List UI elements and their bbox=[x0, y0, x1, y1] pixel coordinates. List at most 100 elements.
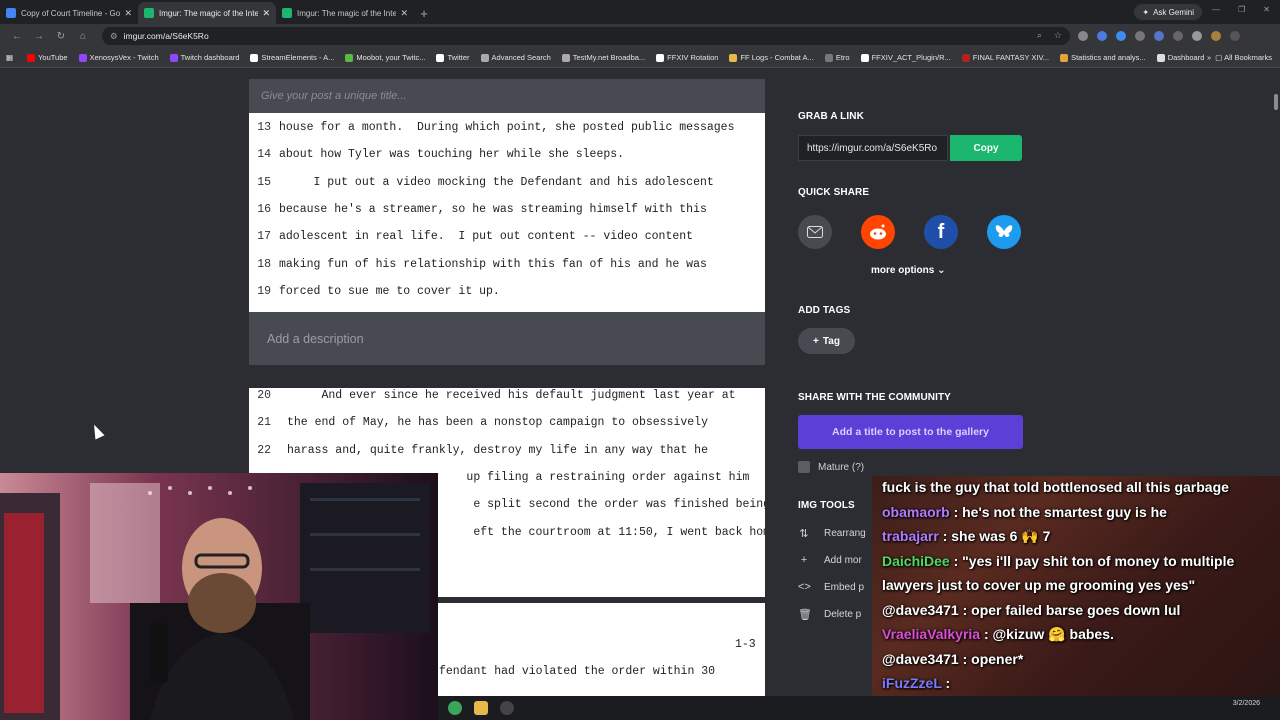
bookmark-item[interactable]: Advanced Search bbox=[480, 53, 551, 62]
img-tools-heading: IMG TOOLS bbox=[798, 500, 855, 511]
more-options-button[interactable]: more options ⌄ bbox=[871, 265, 946, 276]
bookmark-item[interactable]: XenosysVex - Twitch bbox=[78, 53, 159, 62]
extension-icon[interactable] bbox=[1116, 31, 1126, 41]
bookmark-item[interactable]: StreamElements - A... bbox=[250, 53, 334, 62]
all-bookmarks-link[interactable]: » ▢ All Bookmarks bbox=[1207, 53, 1272, 62]
line-number: 14 bbox=[257, 148, 271, 162]
home-icon[interactable]: ⌂ bbox=[72, 31, 94, 42]
email-share-icon[interactable] bbox=[798, 215, 832, 249]
browser-tab[interactable]: Copy of Court Timeline - Goog ✕ bbox=[0, 2, 138, 24]
close-tab-icon[interactable]: ✕ bbox=[262, 8, 270, 19]
chat-text: lawyers just to cover up me grooming yes… bbox=[882, 577, 1196, 593]
bookmark-item[interactable]: Twitch dashboard bbox=[169, 53, 239, 62]
bookmark-item[interactable]: Dashboard bbox=[1156, 53, 1204, 62]
browser-toolbar: ← → ↻ ⌂ ⚙ imgur.com/a/S6eK5Ro ⌕ ☆ bbox=[0, 24, 1280, 48]
chat-username[interactable]: obamaorb bbox=[882, 504, 950, 520]
post-to-gallery-button[interactable]: Add a title to post to the gallery bbox=[798, 415, 1023, 449]
share-link-field[interactable]: https://imgur.com/a/S6eK5Ro bbox=[798, 135, 948, 161]
zoom-icon[interactable]: ⌕ bbox=[1037, 30, 1042, 41]
chat-username[interactable]: iFuzZzeL bbox=[882, 675, 942, 691]
close-tab-icon[interactable]: ✕ bbox=[400, 8, 408, 19]
page-scrollbar[interactable] bbox=[1274, 94, 1278, 110]
folder-icon[interactable] bbox=[474, 701, 488, 715]
line-number: 17 bbox=[257, 230, 271, 244]
rearrange-icon: ⇅ bbox=[799, 528, 809, 540]
profile-avatar-icon[interactable] bbox=[1211, 31, 1221, 41]
chat-username[interactable]: DaichiDee bbox=[882, 553, 950, 569]
download-icon[interactable] bbox=[1192, 31, 1202, 41]
extension-icon[interactable] bbox=[1078, 31, 1088, 41]
chat-username[interactable]: @dave3471 bbox=[882, 651, 959, 667]
bookmark-label: FINAL FANTASY XIV... bbox=[972, 53, 1050, 62]
checkbox-box[interactable] bbox=[798, 461, 810, 473]
extension-icon[interactable] bbox=[1135, 31, 1145, 41]
line-text: about how Tyler was touching her while s… bbox=[279, 148, 625, 162]
bookmark-item[interactable]: FFXIV_ACT_Plugin/R... bbox=[860, 53, 951, 62]
chat-username[interactable]: VraeliaValkyria bbox=[882, 626, 980, 642]
address-bar[interactable]: ⚙ imgur.com/a/S6eK5Ro ⌕ ☆ bbox=[102, 27, 1070, 45]
bookmark-item[interactable]: FINAL FANTASY XIV... bbox=[961, 53, 1050, 62]
bookmark-item[interactable]: FFXIV Rotation bbox=[656, 53, 718, 62]
post-title-input[interactable]: Give your post a unique title... bbox=[249, 79, 765, 113]
add-tag-button[interactable]: + Tag bbox=[798, 328, 855, 354]
close-window-icon[interactable]: ✕ bbox=[1263, 5, 1270, 14]
mature-label: Mature (?) bbox=[818, 461, 865, 473]
app-icon[interactable] bbox=[448, 701, 462, 715]
bookmark-item[interactable]: Etro bbox=[824, 53, 850, 62]
apps-grid-icon[interactable]: ▦ bbox=[6, 53, 13, 62]
description-input[interactable]: Add a description bbox=[249, 312, 765, 365]
chat-message: @dave3471 : opener* bbox=[882, 651, 1272, 667]
mature-checkbox[interactable]: Mature (?) bbox=[798, 461, 864, 473]
facebook-share-icon[interactable]: f bbox=[924, 215, 958, 249]
chat-text: : he's not the smartest guy is he bbox=[949, 503, 1167, 520]
chat-message: @dave3471 : oper failed barse goes down … bbox=[882, 602, 1272, 618]
bookmark-item[interactable]: TestMy.net Broadba... bbox=[561, 53, 645, 62]
close-tab-icon[interactable]: ✕ bbox=[124, 8, 132, 19]
browser-tab[interactable]: Imgur: The magic of the Interne ✕ bbox=[276, 2, 414, 24]
bookmark-favicon-icon bbox=[27, 53, 36, 62]
new-tab-icon[interactable]: + bbox=[414, 6, 434, 21]
bookmark-favicon-icon bbox=[78, 53, 87, 62]
trash-icon: 🗑 bbox=[798, 609, 812, 621]
site-info-icon[interactable]: ⚙ bbox=[110, 31, 118, 42]
transcript-line: 13 house for a month. During which point,… bbox=[249, 114, 734, 141]
chat-text: : she was 6 🙌 7 bbox=[938, 528, 1051, 544]
chat-username[interactable]: trabajarr bbox=[882, 528, 939, 544]
extensions-puzzle-icon[interactable] bbox=[1173, 31, 1183, 41]
bookmark-item[interactable]: Twitter bbox=[436, 53, 470, 62]
ask-gemini-button[interactable]: ✦ Ask Gemini bbox=[1134, 4, 1202, 20]
delete-tool[interactable]: 🗑 Delete p bbox=[798, 608, 861, 621]
bookmark-label: StreamElements - A... bbox=[261, 53, 335, 62]
extension-icon[interactable] bbox=[1097, 31, 1107, 41]
forward-icon[interactable]: → bbox=[28, 31, 50, 42]
add-more-tool[interactable]: + Add mor bbox=[798, 554, 862, 566]
rearrange-tool[interactable]: ⇅ Rearrang bbox=[798, 527, 865, 540]
chat-text: : oper failed barse goes down lul bbox=[958, 601, 1181, 618]
bookmark-star-icon[interactable]: ☆ bbox=[1054, 30, 1062, 41]
bookmark-item[interactable]: Statistics and analys... bbox=[1060, 53, 1146, 62]
chat-username[interactable]: @dave3471 bbox=[882, 602, 959, 618]
extension-icon[interactable] bbox=[1154, 31, 1164, 41]
maximize-icon[interactable]: ❐ bbox=[1238, 5, 1245, 14]
reload-icon[interactable]: ↻ bbox=[50, 31, 72, 42]
chat-message: fuck is the guy that told bottlenosed al… bbox=[882, 479, 1272, 495]
menu-kebab-icon[interactable] bbox=[1230, 31, 1240, 41]
copy-button[interactable]: Copy bbox=[950, 135, 1022, 161]
bookmark-item[interactable]: Moobot, your Twitc... bbox=[345, 53, 425, 62]
obs-icon[interactable] bbox=[500, 701, 514, 715]
back-icon[interactable]: ← bbox=[6, 31, 28, 42]
transcript-line: 21 the end of May, he has been a nonstop … bbox=[249, 409, 708, 436]
imgur-favicon-icon bbox=[144, 8, 154, 18]
bookmark-item[interactable]: FF Logs - Combat A... bbox=[729, 53, 814, 62]
bluesky-share-icon[interactable] bbox=[987, 215, 1021, 249]
line-text: harass and, quite frankly, destroy my li… bbox=[287, 443, 708, 457]
bookmark-item[interactable]: YouTube bbox=[27, 53, 68, 62]
reddit-share-icon[interactable] bbox=[861, 215, 895, 249]
bookmark-favicon-icon bbox=[480, 53, 489, 62]
page-reference: 1-3 bbox=[735, 638, 756, 651]
transcript-line: 20 And ever since he received his defaul… bbox=[249, 388, 735, 409]
minimize-icon[interactable]: — bbox=[1212, 5, 1220, 14]
browser-tab-active[interactable]: Imgur: The magic of the Interne ✕ bbox=[138, 2, 276, 24]
embed-tool[interactable]: <> Embed p bbox=[798, 581, 864, 593]
share-community-heading: SHARE WITH THE COMMUNITY bbox=[798, 392, 951, 403]
